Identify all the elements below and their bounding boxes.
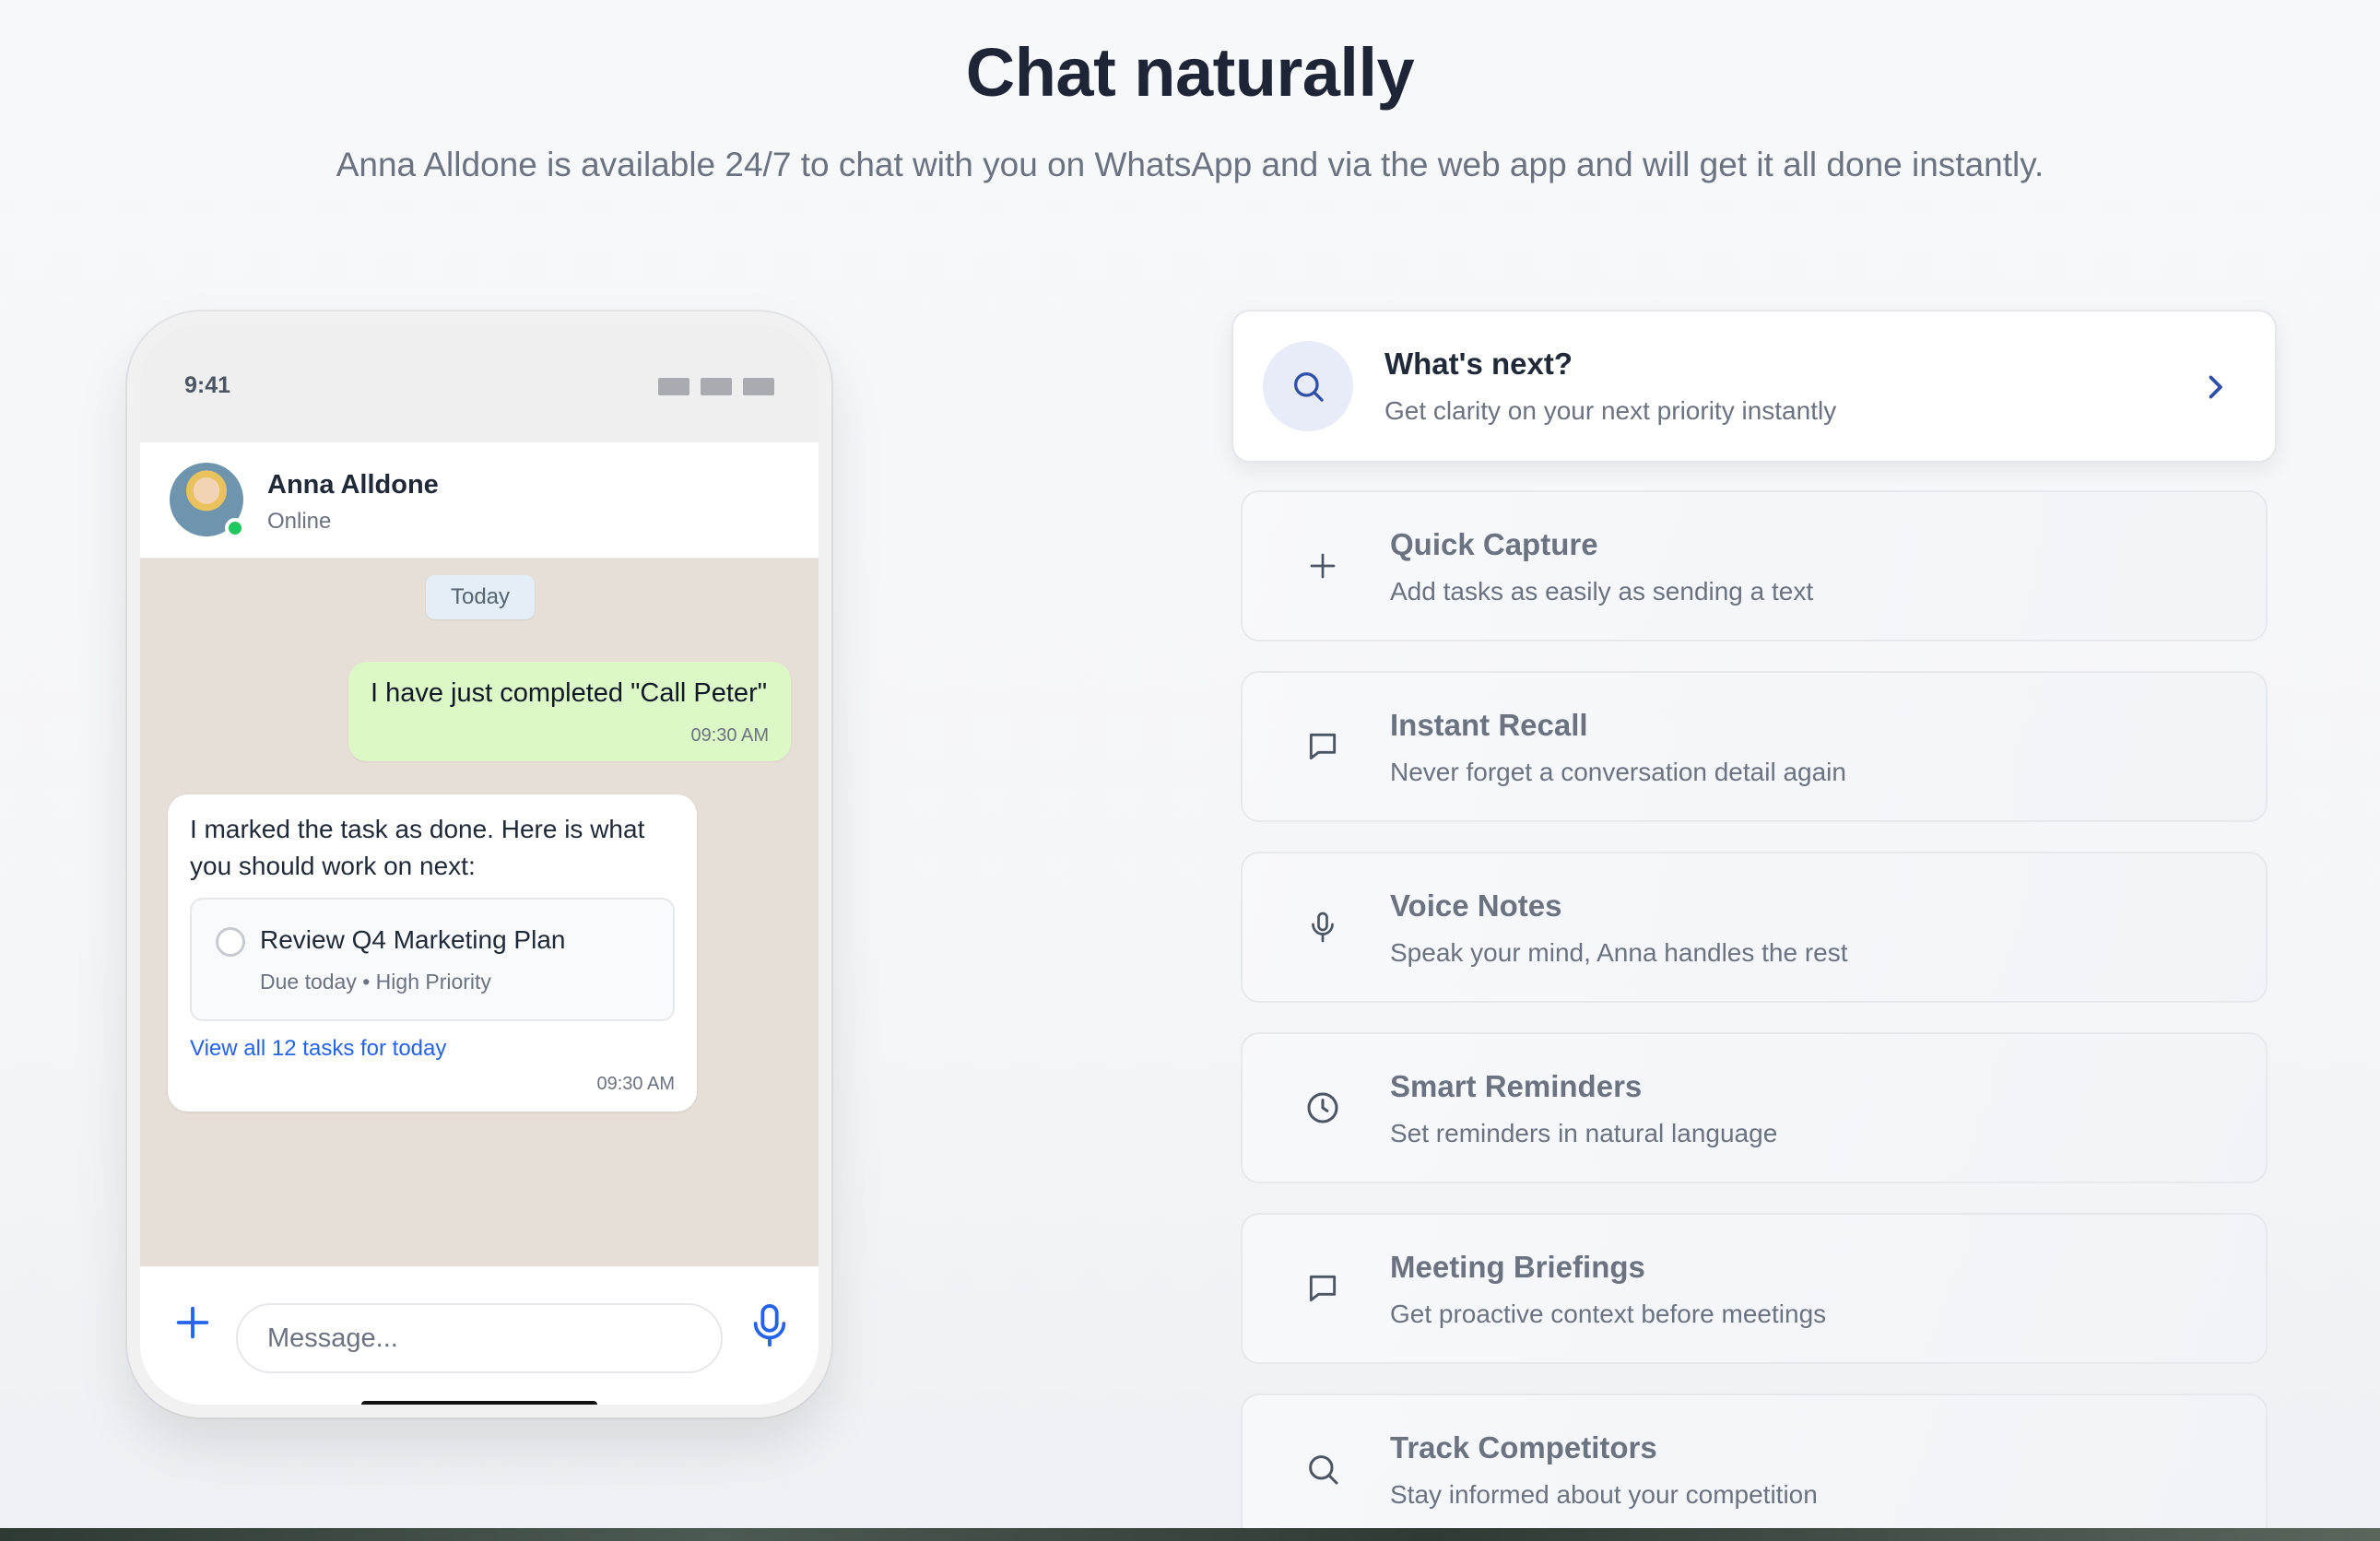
plus-icon [1292,535,1353,596]
task-card[interactable]: Review Q4 Marketing Plan Due today • Hig… [190,898,675,1021]
signal-icon [658,378,689,395]
task-title: Review Q4 Marketing Plan [260,925,566,954]
message-input[interactable] [236,1303,723,1373]
feature-description: Get proactive context before meetings [1390,1300,1827,1328]
feature-smart-reminders[interactable]: Smart Reminders Set reminders in natural… [1241,1032,2268,1183]
message-text: I marked the task as done. Here is what … [190,815,645,880]
search-icon [1292,1439,1353,1500]
phone-mockup: 9:41 Anna Alldone Online Today I have ju… [127,312,831,1417]
feature-description: Get clarity on your next priority instan… [1384,396,1837,425]
clock-icon [1292,1077,1353,1138]
feature-description: Set reminders in natural language [1390,1119,1778,1147]
feature-title: Instant Recall [1390,708,1588,742]
feature-track-competitors[interactable]: Track Competitors Stay informed about yo… [1241,1394,2268,1541]
feature-title: Track Competitors [1390,1430,1657,1465]
contact-name: Anna Alldone [267,470,439,500]
feature-title: Voice Notes [1390,888,1562,923]
outgoing-message: I have just completed "Call Peter" 09:30… [348,662,791,761]
status-time: 9:41 [184,372,231,398]
status-bar: 9:41 [140,324,819,442]
view-all-tasks-link[interactable]: View all 12 tasks for today [190,1036,446,1062]
feature-title: Meeting Briefings [1390,1250,1645,1284]
search-icon [1263,341,1353,431]
task-meta: Due today • High Priority [260,970,491,994]
chat-area: Today I have just completed "Call Peter"… [140,559,819,1266]
feature-whats-next[interactable]: What's next? Get clarity on your next pr… [1231,310,2277,463]
footer-image-strip [0,1528,2380,1541]
status-icons [658,378,774,395]
feature-quick-capture[interactable]: Quick Capture Add tasks as easily as sen… [1241,490,2268,641]
online-indicator [225,518,245,538]
message-composer [140,1266,819,1405]
message-text: I have just completed "Call Peter" [371,678,768,708]
message-time: 09:30 AM [596,1074,675,1094]
day-badge: Today [426,575,535,619]
feature-description: Never forget a conversation detail again [1390,758,1846,786]
feature-title: What's next? [1384,347,1573,381]
feature-instant-recall[interactable]: Instant Recall Never forget a conversati… [1241,671,2268,822]
microphone-icon[interactable] [748,1301,791,1349]
chevron-right-icon [2209,375,2222,399]
incoming-message: I marked the task as done. Here is what … [168,794,697,1112]
page-title: Chat naturally [965,34,1415,111]
plus-icon[interactable] [171,1301,214,1344]
chat-header[interactable]: Anna Alldone Online [140,442,819,559]
feature-description: Speak your mind, Anna handles the rest [1390,938,1848,967]
battery-icon [743,378,774,395]
page-subtitle: Anna Alldone is available 24/7 to chat w… [336,146,2044,183]
feature-voice-notes[interactable]: Voice Notes Speak your mind, Anna handle… [1241,852,2268,1003]
chat-bubble-icon [1292,716,1353,777]
phone-screen: 9:41 Anna Alldone Online Today I have ju… [140,324,819,1405]
contact-status: Online [267,509,332,534]
feature-description: Add tasks as easily as sending a text [1390,577,1814,606]
microphone-icon [1292,897,1353,958]
feature-title: Smart Reminders [1390,1069,1643,1103]
message-time: 09:30 AM [690,725,769,746]
home-indicator [361,1401,597,1405]
feature-description: Stay informed about your competition [1390,1480,1818,1509]
wifi-icon [701,378,732,395]
task-checkbox[interactable] [216,927,245,957]
chat-bubble-icon [1292,1258,1353,1319]
feature-meeting-briefings[interactable]: Meeting Briefings Get proactive context … [1241,1213,2268,1364]
feature-title: Quick Capture [1390,527,1598,561]
